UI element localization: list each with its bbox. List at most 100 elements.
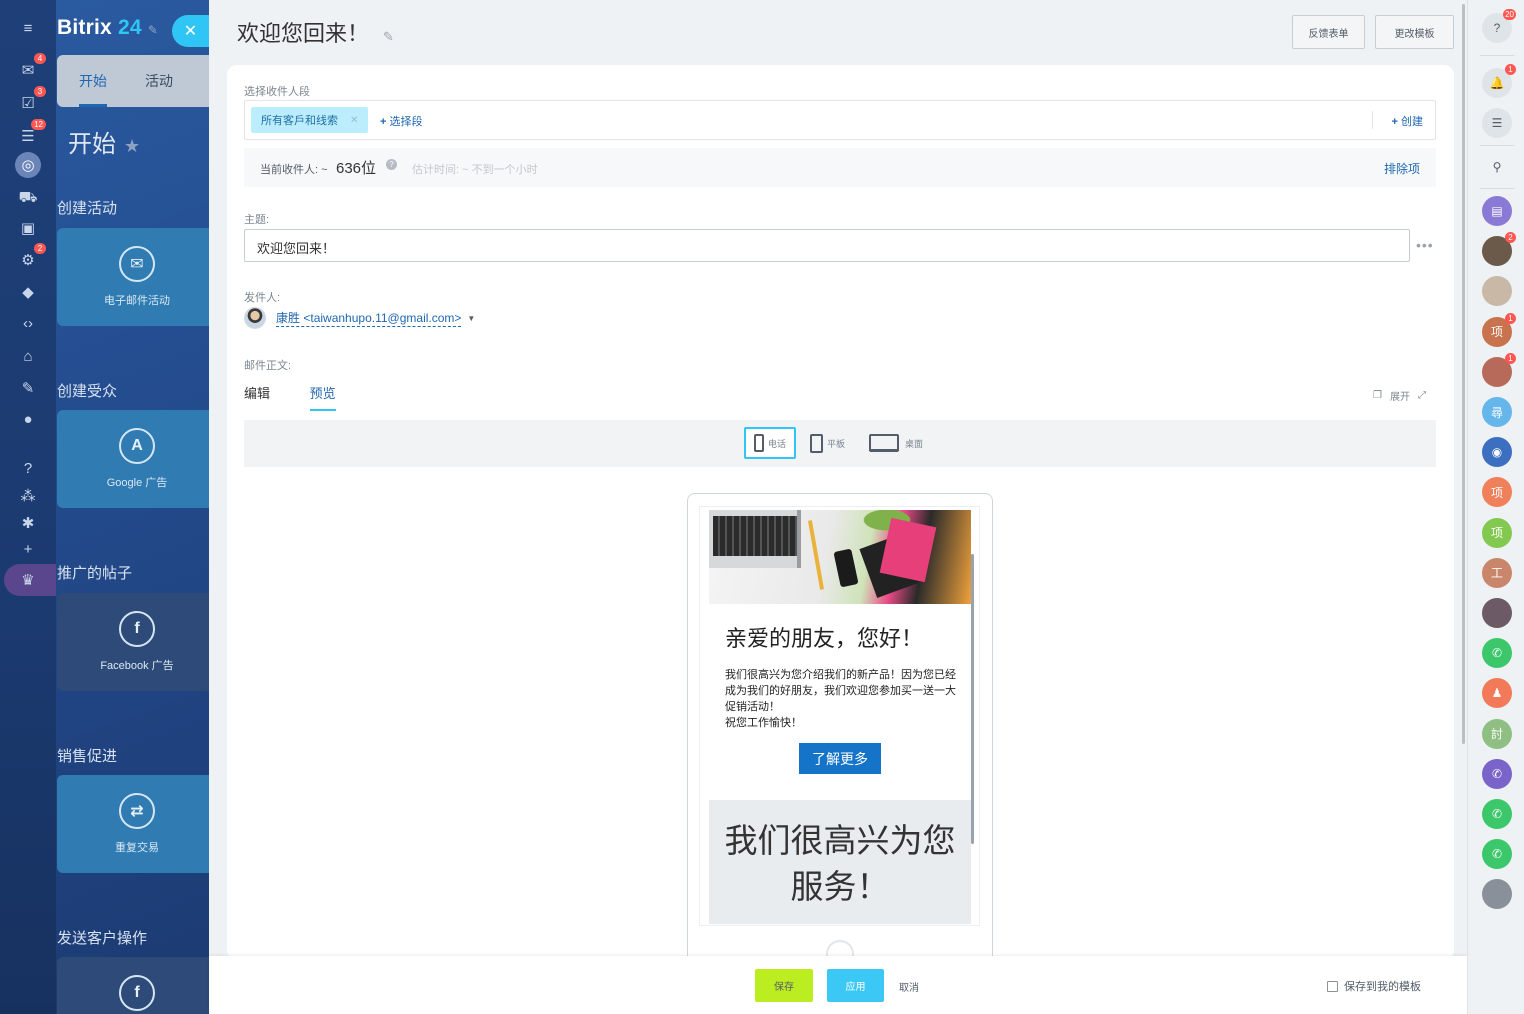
contact-badge: 1	[1505, 312, 1516, 324]
brand-logo[interactable]: Bitrix 24 ✎	[57, 16, 158, 40]
save-button[interactable]: 保存	[755, 969, 813, 1002]
brand-num: 24	[117, 16, 142, 39]
contact-label: 项	[1490, 485, 1503, 500]
search-icon[interactable]: ⚲	[1482, 152, 1512, 182]
contact-avatar[interactable]: ✆	[1482, 799, 1512, 829]
feedback-form-button[interactable]: 反馈表单	[1292, 15, 1365, 49]
cart-icon[interactable]: ⛟	[14, 187, 42, 209]
contact-avatar[interactable]: 项1	[1482, 312, 1516, 347]
editor-tabs: 编辑 预览	[244, 383, 372, 411]
check-icon[interactable]: ●	[14, 408, 42, 430]
contact-avatar[interactable]: ◉	[1482, 437, 1512, 468]
sender-selector[interactable]: 康胜 <taiwanhupo.11@gmail.com> ▼	[244, 307, 475, 329]
subject-input[interactable]: 欢迎您回来！	[244, 229, 1410, 262]
contact-avatar[interactable]	[1482, 276, 1512, 307]
more-options-icon[interactable]: •••	[1416, 237, 1434, 253]
contact-avatar[interactable]	[1482, 598, 1512, 628]
cancel-button[interactable]: 取消	[899, 979, 919, 994]
tasks-icon[interactable]: ☑ 3	[14, 86, 46, 114]
marketing-icon[interactable]: ◎	[14, 152, 42, 178]
contact-avatar[interactable]: ✆	[1482, 638, 1512, 669]
menu-icon[interactable]: ≡	[14, 17, 42, 39]
facebook-action-card[interactable]: f	[57, 957, 209, 1014]
edit-title-icon[interactable]: ✎	[383, 29, 394, 44]
banner-line: 服务！	[790, 868, 890, 905]
tab-edit[interactable]: 编辑	[244, 383, 270, 402]
help-icon[interactable]: ?	[386, 159, 397, 170]
messages-icon[interactable]: ☰	[1482, 108, 1512, 138]
contact-avatar[interactable]: 討	[1482, 718, 1512, 749]
contact-avatar[interactable]: 项	[1482, 477, 1512, 508]
facebook-ads-card[interactable]: f Facebook 广告	[57, 593, 209, 691]
banner-line: 我们很高兴为您	[724, 822, 956, 859]
learn-more-button[interactable]: 了解更多	[799, 743, 881, 774]
contact-avatar[interactable]: 尋	[1482, 397, 1512, 427]
divider	[1372, 111, 1373, 129]
contact-avatar[interactable]: ▤	[1482, 196, 1512, 226]
chat-icon[interactable]: ✉ 4	[14, 53, 46, 81]
contact-avatar[interactable]: 项	[1482, 517, 1512, 548]
apply-button[interactable]: 应用	[827, 969, 884, 1002]
email-campaign-card[interactable]: ✉ 电子邮件活动	[57, 228, 209, 326]
contact-avatar[interactable]: 1	[1482, 352, 1516, 387]
tab-activities[interactable]: 活动	[145, 71, 173, 91]
help-icon[interactable]: ? 20	[1482, 9, 1516, 43]
change-template-button[interactable]: 更改模板	[1375, 15, 1454, 49]
contact-avatar[interactable]: ✆	[1482, 839, 1512, 870]
remove-chip-icon[interactable]: ✕	[350, 115, 358, 126]
contact-avatar[interactable]: 2	[1482, 232, 1516, 267]
contact-label: 討	[1490, 727, 1503, 742]
create-segment-link[interactable]: + 创建	[1392, 113, 1424, 129]
google-ads-card[interactable]: A Google 广告	[57, 410, 209, 508]
select-segment-link[interactable]: + 选择段	[380, 113, 423, 129]
contact-avatar[interactable]: ✆	[1482, 758, 1512, 789]
tab-preview[interactable]: 预览	[309, 383, 336, 411]
section-sales-promotion: 销售促进	[57, 748, 118, 765]
chevron-down-icon[interactable]: ▼	[467, 314, 475, 323]
edit-brand-icon[interactable]: ✎	[148, 23, 158, 37]
desktop-icon	[869, 434, 899, 452]
slider-title: 欢迎您回来！ ✎	[237, 16, 394, 48]
contact-avatar[interactable]	[1482, 879, 1512, 910]
building-icon[interactable]: ⌂	[14, 345, 42, 367]
bell-icon[interactable]: 🔔 1	[1482, 64, 1516, 98]
repeat-deal-card[interactable]: ⇄ 重复交易	[57, 775, 209, 873]
expand-button[interactable]: ❐ 展开 ⤢	[1373, 388, 1426, 403]
body-line: 我们很高兴为您介绍我们的新产品！因为您已经成为我们的好朋友，我们欢迎您参加买一送…	[725, 669, 956, 713]
contact-avatar[interactable]: 工	[1482, 557, 1512, 588]
filter-icon[interactable]: ☰ 12	[14, 119, 46, 147]
contact-label: ✆	[1491, 766, 1503, 781]
segment-label: 选择收件人段	[244, 86, 310, 98]
contact-avatar[interactable]: ♟	[1482, 678, 1512, 709]
slider-title-text: 欢迎您回来！	[237, 21, 370, 46]
preview-scrollbar[interactable]	[971, 554, 974, 844]
device-desktop[interactable]: 桌面	[861, 427, 931, 459]
device-tablet[interactable]: 平板	[802, 427, 853, 459]
save-template-checkbox[interactable]: 保存到我的模板	[1327, 978, 1421, 994]
plus-icon[interactable]: +	[14, 538, 42, 560]
sender-value[interactable]: 康胜 <taiwanhupo.11@gmail.com>	[276, 309, 462, 327]
segment-chip-label: 所有客戶和线索	[261, 115, 338, 127]
exclusions-link[interactable]: 排除项	[1384, 160, 1420, 177]
copy-icon[interactable]: ❐	[1373, 390, 1382, 401]
robot-icon[interactable]: ⚙ 2	[14, 243, 46, 271]
create-text: 创建	[1401, 116, 1423, 128]
page-scrollbar[interactable]	[1462, 4, 1465, 744]
contacts-icon[interactable]: ▣	[14, 217, 42, 239]
device-phone[interactable]: 电话	[744, 427, 797, 459]
box-icon[interactable]: ◆	[14, 281, 42, 303]
help-icon[interactable]: ?	[14, 457, 42, 479]
star-icon[interactable]: ★	[124, 136, 140, 156]
tab-start[interactable]: 开始	[79, 71, 107, 107]
sign-icon[interactable]: ✎	[14, 377, 42, 399]
footer-bar: 保存 应用 取消 保存到我的模板	[209, 956, 1467, 1014]
code-icon[interactable]: ‹›	[14, 312, 42, 334]
settings-icon[interactable]: ✱	[14, 512, 42, 534]
expand-icon: ⤢	[1418, 390, 1426, 401]
checkbox[interactable]	[1327, 980, 1338, 992]
contact-label: 项	[1490, 526, 1503, 541]
org-icon[interactable]: ⁂	[14, 485, 42, 507]
close-slider-button[interactable]: ✕	[172, 15, 209, 47]
segment-chip[interactable]: 所有客戶和线索 ✕	[251, 107, 369, 133]
crown-icon[interactable]: ♛	[14, 569, 42, 591]
